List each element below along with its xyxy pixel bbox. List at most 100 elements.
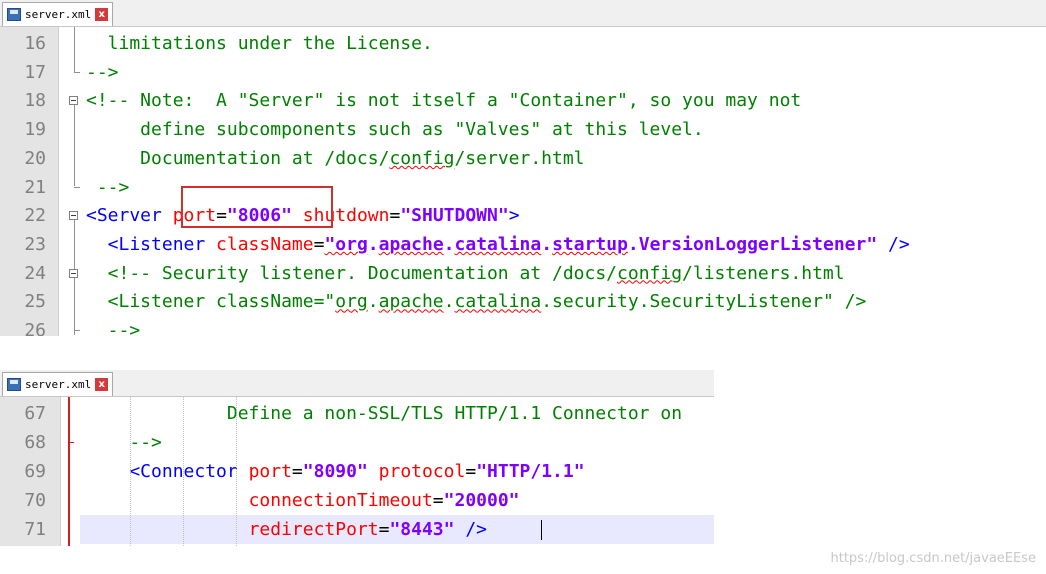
code-text: <Listener className="org.apache.catalina… [86, 287, 867, 316]
tab-server-xml[interactable]: server.xml x [2, 2, 114, 26]
code-token: "org [324, 233, 368, 255]
top-editor-panel: server.xml x 16 limitations under the Li… [0, 0, 1046, 336]
code-token: config [389, 147, 455, 169]
code-line[interactable]: 22 <Server port="8006" shutdown="SHUTDOWN… [0, 201, 1046, 230]
code-token: redirectPort [248, 519, 379, 540]
code-editor[interactable]: 67 Define a non-SSL/TLS HTTP/1.1 Connect… [0, 397, 714, 546]
code-token: = [291, 461, 303, 482]
code-token: port [248, 461, 292, 482]
line-number: 24 [24, 262, 46, 284]
close-icon[interactable]: x [95, 378, 109, 391]
code-token: className [216, 233, 314, 255]
fold-toggle-icon[interactable] [69, 96, 78, 106]
line-number: 22 [24, 205, 46, 227]
line-number: 21 [24, 176, 46, 198]
fold-guide [74, 220, 75, 273]
code-token: connectionTimeout [248, 490, 433, 511]
code-token: = [432, 490, 444, 511]
line-number: 23 [24, 233, 46, 255]
indent-guide [130, 397, 131, 546]
code-token: . [443, 233, 455, 255]
code-line[interactable]: 17 --> [0, 58, 1046, 87]
code-line[interactable]: 23 <Listener className="org.apache.catal… [0, 230, 1046, 259]
code-token: "8090" [302, 461, 368, 482]
code-text: <Connector port="8090" protocol="HTTP/1.… [86, 457, 585, 486]
tab-bar: server.xml x [0, 370, 714, 397]
code-line[interactable]: 68 --> [0, 428, 714, 457]
code-line[interactable]: 18 <!-- Note: A "Server" is not itself a … [0, 86, 1046, 115]
code-token: protocol [378, 461, 466, 482]
code-token: --> [86, 320, 141, 336]
code-token: --> [86, 176, 130, 198]
code-token: = [313, 233, 325, 255]
code-token: define subcomponents such as "Valves" at… [86, 119, 704, 141]
code-line[interactable]: 25 <Listener className="org.apache.catal… [0, 287, 1046, 316]
code-token: <!-- Note: A "Server" is not itself a "C… [86, 90, 802, 112]
fold-guide [74, 277, 75, 335]
line-number: 16 [24, 33, 46, 54]
bottom-editor-panel: server.xml x 67 Define a non-SSL/TLS HTT… [0, 370, 714, 546]
line-number: 25 [24, 291, 46, 313]
code-token: <Listener className=" [86, 291, 336, 313]
line-number: 67 [24, 403, 46, 424]
tab-server-xml[interactable]: server.xml x [2, 372, 114, 396]
code-token: . [541, 233, 553, 255]
code-line[interactable]: 24 <!-- Security listener. Documentation… [0, 259, 1046, 288]
code-token: <Connector [86, 461, 249, 482]
code-token: apache [378, 291, 444, 313]
code-line[interactable]: 26 --> [0, 316, 1046, 336]
code-line[interactable]: 67 Define a non-SSL/TLS HTTP/1.1 Connect… [0, 399, 714, 428]
code-line[interactable]: 19 define subcomponents such as "Valves"… [0, 115, 1046, 144]
code-token: . [443, 291, 455, 313]
code-editor[interactable]: 16 limitations under the License. 17 --> 18… [0, 27, 1046, 336]
code-line[interactable]: 71 redirectPort="8443" /> [0, 515, 714, 544]
fold-guide [74, 105, 75, 187]
close-icon[interactable]: x [95, 8, 109, 21]
code-text: define subcomponents such as "Valves" at… [86, 115, 704, 144]
code-token: = [389, 205, 401, 227]
code-token: Define a non-SSL/TLS HTTP/1.1 Connector … [86, 403, 683, 424]
code-token: startup [552, 233, 628, 255]
tab-label: server.xml [25, 378, 92, 391]
code-token: "SHUTDOWN" [400, 205, 509, 227]
code-token: "20000" [443, 490, 520, 511]
code-token: catalina [454, 291, 542, 313]
fold-toggle-icon[interactable] [69, 211, 78, 221]
fold-toggle-icon[interactable] [69, 268, 78, 278]
save-icon [7, 8, 21, 21]
indent-guide [183, 397, 184, 546]
code-text: <Listener className="org.apache.catalina… [86, 230, 910, 259]
code-line[interactable]: 69 <Connector port="8090" protocol="HTTP… [0, 457, 714, 486]
code-token: = [378, 519, 390, 540]
code-text: Documentation at /docs/config/server.htm… [86, 144, 584, 173]
fold-end-mark [74, 330, 80, 331]
line-number: 70 [24, 490, 46, 511]
fold-guide [74, 27, 75, 72]
code-token: <Server [86, 205, 173, 227]
code-token: > [508, 205, 520, 227]
code-text: --> [86, 316, 141, 336]
code-line[interactable]: 21 --> [0, 173, 1046, 202]
code-text: --> [86, 58, 119, 87]
code-text: --> [86, 173, 130, 202]
code-line[interactable]: 70 connectionTimeout="20000" [0, 486, 714, 515]
indent-guide [236, 397, 237, 546]
code-token: "HTTP/1.1" [476, 461, 585, 482]
code-token: . [367, 291, 379, 313]
code-token: /> [877, 233, 910, 255]
code-token: --> [86, 61, 119, 83]
code-token: apache [378, 233, 444, 255]
tab-label: server.xml [25, 8, 92, 21]
code-line[interactable]: 20 Documentation at /docs/config/server.… [0, 144, 1046, 173]
code-token: org [335, 291, 368, 313]
line-number: 20 [24, 147, 46, 169]
text-caret [541, 520, 542, 540]
code-line[interactable]: 16 limitations under the License. [0, 29, 1046, 58]
code-token: Documentation at /docs/ [86, 147, 390, 169]
code-token: catalina [454, 233, 542, 255]
code-text: Define a non-SSL/TLS HTTP/1.1 Connector … [86, 399, 682, 428]
code-token: <Listener [86, 233, 217, 255]
watermark: https://blog.csdn.net/javaeEEse [830, 551, 1037, 566]
